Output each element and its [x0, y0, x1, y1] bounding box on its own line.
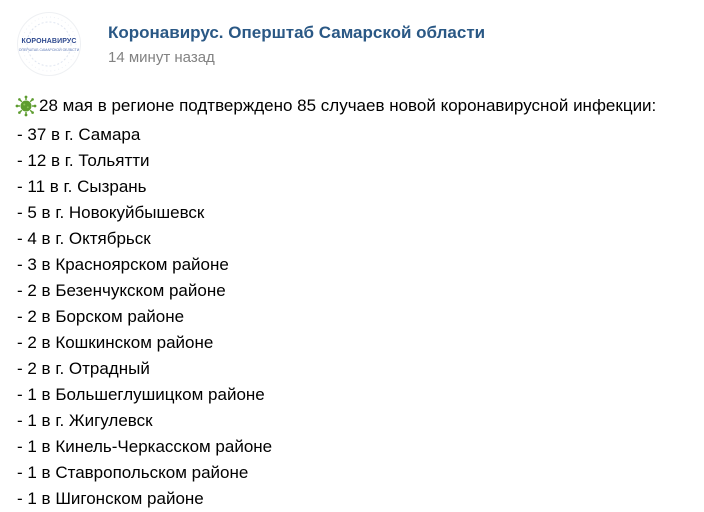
case-list-item: - 1 в Кинель-Черкасском районе [17, 437, 273, 456]
case-list-item: - 2 в Кошкинском районе [17, 333, 214, 352]
case-list-item: - 12 в г. Тольятти [17, 151, 150, 170]
wall-post: КОРОНАВИРУС ОПЕРШТАБ САМАРСКОЙ ОБЛАСТИ К… [0, 0, 704, 511]
case-list-item: - 2 в г. Отрадный [17, 359, 150, 378]
virus-icon [15, 95, 37, 117]
post-lead-text: 28 мая в регионе подтверждено 85 случаев… [39, 96, 657, 115]
avatar-logo-title: КОРОНАВИРУС [21, 38, 77, 45]
author-block: Коронавирус. Оперштаб Самарской области … [108, 12, 485, 67]
case-list-item: - 1 в Шигонском районе [17, 489, 204, 508]
post-lead-line: 28 мая в регионе подтверждено 85 случаев… [15, 95, 701, 117]
post-text: 28 мая в регионе подтверждено 85 случаев… [15, 95, 701, 512]
case-list-item: - 2 в Безенчукском районе [17, 281, 226, 300]
case-list-item: - 3 в Красноярском районе [17, 255, 229, 274]
case-list-item: - 5 в г. Новокуйбышевск [17, 203, 205, 222]
case-list-item: - 4 в г. Октябрьск [17, 229, 151, 248]
case-list-item: - 37 в г. Самара [17, 125, 141, 144]
case-list-item: - 1 в Большеглушицком районе [17, 385, 265, 404]
case-list-item: - 1 в Ставропольском районе [17, 463, 249, 482]
case-list-item: - 1 в г. Жигулевск [17, 411, 153, 430]
case-list: - 37 в г. Самара - 12 в г. Тольятти - 11… [17, 122, 701, 512]
case-list-item: - 11 в г. Сызрань [17, 177, 147, 196]
avatar-logo-subtitle: ОПЕРШТАБ САМАРСКОЙ ОБЛАСТИ [18, 48, 80, 52]
case-list-item: - 2 в Борском районе [17, 307, 185, 326]
avatar[interactable]: КОРОНАВИРУС ОПЕРШТАБ САМАРСКОЙ ОБЛАСТИ [17, 12, 81, 76]
post-timestamp-link[interactable]: 14 минут назад [108, 49, 485, 67]
post-header: КОРОНАВИРУС ОПЕРШТАБ САМАРСКОЙ ОБЛАСТИ К… [17, 12, 485, 76]
author-name-link[interactable]: Коронавирус. Оперштаб Самарской области [108, 23, 485, 43]
